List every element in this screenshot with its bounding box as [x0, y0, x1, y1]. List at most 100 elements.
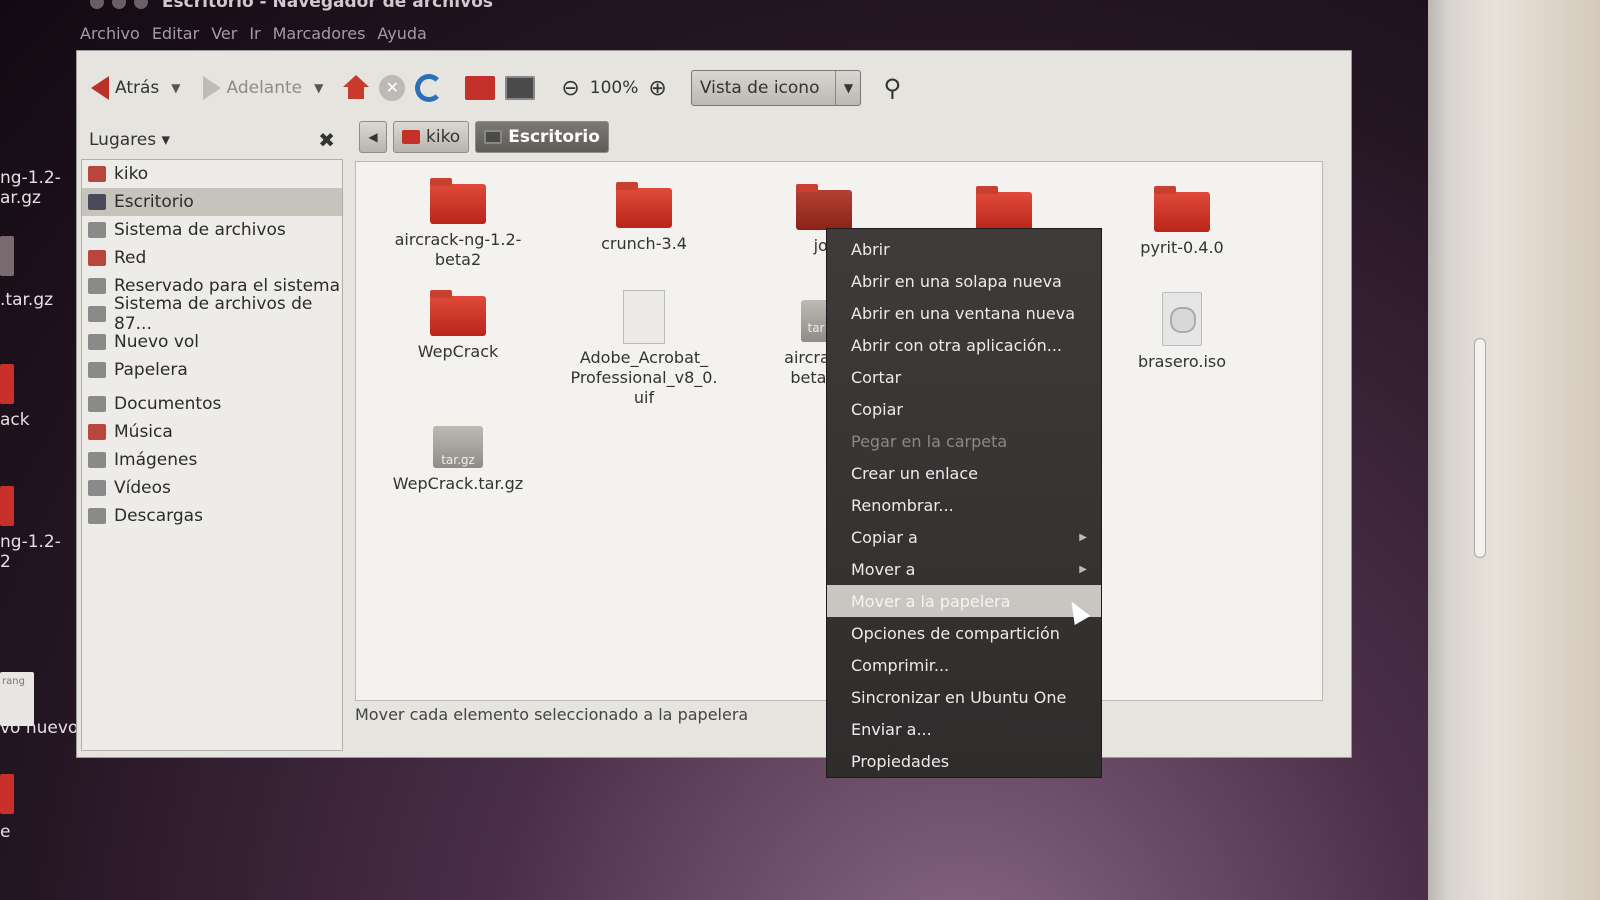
menu-item-cut[interactable]: Cortar [827, 361, 1101, 393]
menu-item-label: Abrir con otra aplicación... [851, 335, 1063, 355]
menu-marcadores[interactable]: Marcadores [273, 24, 366, 50]
computer-icon[interactable] [505, 76, 536, 100]
desktop-folder-icon[interactable] [0, 236, 14, 276]
breadcrumb-scroll-left[interactable]: ◀ [359, 121, 387, 153]
file-label: brasero.iso [1137, 352, 1227, 371]
sidebar-item-filesystem-87[interactable]: Sistema de archivos de 87... [82, 294, 342, 334]
menu-item-make-link[interactable]: Crear un enlace [827, 457, 1101, 489]
breadcrumb-kiko[interactable]: kiko [393, 121, 470, 153]
file-label: WepCrack.tar.gz [392, 474, 524, 493]
zoom-out-icon[interactable]: ⊖ [561, 76, 579, 101]
desktop-icon [88, 194, 106, 210]
menu-item-label: Copiar [851, 399, 903, 419]
menu-archivo[interactable]: Archivo [80, 24, 140, 50]
forward-label: Adelante [226, 78, 303, 98]
sidebar-item-network[interactable]: Red [82, 244, 342, 272]
context-menu: Abrir Abrir en una solapa nueva Abrir en… [826, 228, 1102, 778]
file-item[interactable]: tar.gz WepCrack.tar.gz [378, 426, 538, 494]
menu-item-open-window[interactable]: Abrir en una ventana nueva [827, 297, 1101, 329]
sidebar-title[interactable]: Lugares ▾ [89, 130, 170, 150]
sidebar-item-label: Nuevo vol [114, 332, 199, 352]
back-history-dropdown[interactable]: ▼ [171, 81, 180, 95]
sidebar-item-filesystem[interactable]: Sistema de archivos [82, 216, 342, 244]
menu-ver[interactable]: Ver [211, 24, 237, 50]
menu-item-label: Crear un enlace [851, 463, 978, 483]
file-item[interactable]: Adobe_Acrobat_ Professional_v8_0. uif [564, 290, 724, 408]
breadcrumb-label: Escritorio [508, 127, 600, 147]
sidebar-item-music[interactable]: Música [82, 418, 342, 446]
minimize-window-icon[interactable] [112, 0, 126, 9]
close-icon[interactable]: ✖ [318, 128, 335, 152]
sidebar-item-documents[interactable]: Documentos [82, 390, 342, 418]
view-mode-label: Vista de icono [692, 71, 837, 105]
file-item[interactable]: aircrack-ng-1.2- beta2 [378, 178, 538, 270]
drive-icon [88, 222, 106, 238]
menu-item-rename[interactable]: Renombrar... [827, 489, 1101, 521]
close-window-icon[interactable] [90, 0, 104, 9]
menu-item-move-to-trash[interactable]: Mover a la papelera [827, 585, 1101, 617]
menu-item-send-to[interactable]: Enviar a... [827, 713, 1101, 745]
folder-icon [430, 178, 486, 224]
home-folder-icon[interactable] [465, 76, 496, 100]
sidebar-item-downloads[interactable]: Descargas [82, 502, 342, 530]
menu-item-label: Abrir en una solapa nueva [851, 271, 1062, 291]
menu-item-open[interactable]: Abrir [827, 233, 1101, 265]
menubar: Archivo Editar Ver Ir Marcadores Ayuda [80, 24, 427, 50]
file-item[interactable]: WepCrack [378, 290, 538, 362]
back-label: Atrás [115, 78, 160, 98]
menu-item-copy[interactable]: Copiar [827, 393, 1101, 425]
menu-ir[interactable]: Ir [249, 24, 260, 50]
menu-item-copy-to[interactable]: Copiar a ▶ [827, 521, 1101, 553]
breadcrumb-label: kiko [426, 127, 461, 147]
window-titlebar[interactable]: Escritorio - Navegador de archivos [90, 0, 493, 22]
file-manager-window: Atrás ▼ Adelante ▼ ✕ ⊖ 100% ⊕ Vista de i… [76, 50, 1352, 758]
file-item[interactable]: crunch-3.4 [564, 182, 724, 254]
sidebar-item-label: Papelera [114, 360, 188, 380]
sidebar-item-label: Sistema de archivos de 87... [114, 294, 313, 334]
sidebar-header[interactable]: Lugares ▾ ✖ [77, 125, 347, 155]
file-label: pyrit-0.4.0 [1140, 238, 1224, 257]
menu-item-open-tab[interactable]: Abrir en una solapa nueva [827, 265, 1101, 297]
menu-item-label: Abrir en una ventana nueva [851, 303, 1075, 323]
menu-item-compress[interactable]: Comprimir... [827, 649, 1101, 681]
sidebar-item-label: Sistema de archivos [114, 220, 286, 240]
menu-item-sync-ubuntu-one[interactable]: Sincronizar en Ubuntu One [827, 681, 1101, 713]
forward-arrow-icon [202, 76, 221, 100]
breadcrumb-escritorio[interactable]: Escritorio [475, 121, 609, 153]
view-mode-select[interactable]: Vista de icono ▼ [690, 70, 862, 106]
maximize-window-icon[interactable] [134, 0, 148, 9]
sidebar-item-escritorio[interactable]: Escritorio [82, 188, 342, 216]
menu-item-label: Comprimir... [851, 655, 950, 675]
sidebar-item-trash[interactable]: Papelera [82, 356, 342, 384]
archive-badge: tar [807, 321, 825, 335]
reload-icon[interactable] [415, 74, 444, 102]
menu-item-sharing-options[interactable]: Opciones de compartición [827, 617, 1101, 649]
drive-icon [88, 306, 106, 322]
home-icon[interactable] [343, 75, 370, 101]
desktop-folder-icon[interactable] [0, 774, 14, 814]
stop-icon[interactable]: ✕ [379, 75, 406, 101]
menu-item-label: Abrir [851, 239, 890, 259]
search-icon[interactable]: ⚲ [883, 74, 901, 102]
zoom-in-icon[interactable]: ⊕ [648, 76, 666, 101]
forward-button[interactable]: Adelante ▼ [202, 76, 323, 100]
home-folder-icon [88, 166, 106, 182]
desktop-label: ar.gz [0, 188, 41, 208]
desktop-folder-icon[interactable] [0, 486, 14, 526]
desktop-folder-icon[interactable] [0, 364, 14, 404]
file-item[interactable]: pyrit-0.4.0 [1102, 186, 1262, 258]
scrollbar-thumb[interactable] [1474, 338, 1486, 558]
file-item[interactable]: brasero.iso [1102, 292, 1262, 372]
sidebar-item-pictures[interactable]: Imágenes [82, 446, 342, 474]
videos-folder-icon [88, 480, 106, 496]
menu-item-open-with[interactable]: Abrir con otra aplicación... [827, 329, 1101, 361]
menu-ayuda[interactable]: Ayuda [377, 24, 426, 50]
chevron-down-icon: ▼ [843, 81, 854, 95]
menu-editar[interactable]: Editar [152, 24, 199, 50]
sidebar-item-kiko[interactable]: kiko [82, 160, 342, 188]
back-button[interactable]: Atrás ▼ [91, 76, 181, 100]
menu-item-move-to[interactable]: Mover a ▶ [827, 553, 1101, 585]
sidebar-item-videos[interactable]: Vídeos [82, 474, 342, 502]
menu-item-properties[interactable]: Propiedades [827, 745, 1101, 777]
forward-history-dropdown[interactable]: ▼ [314, 81, 323, 95]
